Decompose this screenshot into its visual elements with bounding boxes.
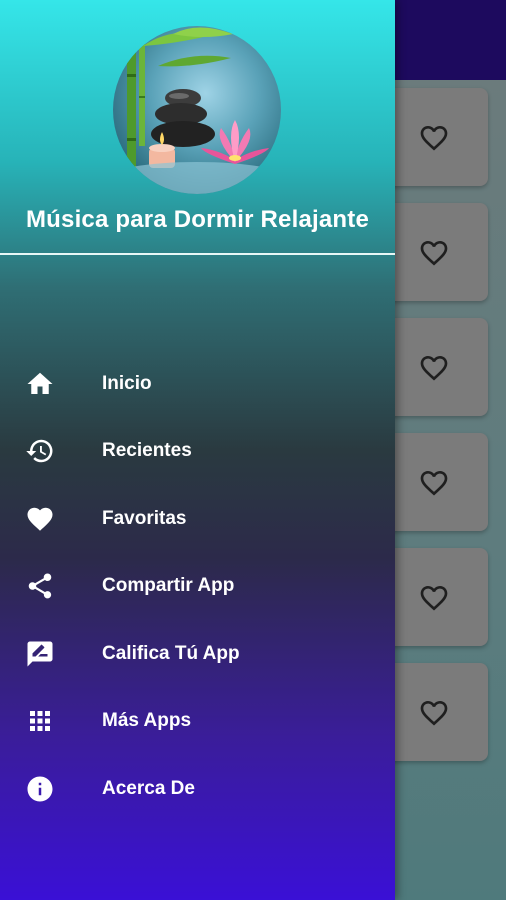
history-icon [24, 435, 56, 467]
menu-item-califica-app[interactable]: Califica Tú App [0, 620, 395, 688]
heart-outline-icon[interactable] [418, 122, 450, 154]
home-icon [24, 368, 56, 400]
menu-item-label: Inicio [102, 372, 152, 394]
menu-item-label: Favoritas [102, 507, 187, 529]
menu-item-label: Califica Tú App [102, 642, 240, 664]
heart-outline-icon[interactable] [418, 467, 450, 499]
navigation-drawer: Música para Dormir Relajante Inicio Reci… [0, 0, 395, 900]
rate-review-icon [24, 638, 56, 670]
header-divider [0, 253, 395, 255]
menu-item-label: Más Apps [102, 710, 192, 732]
heart-icon [24, 503, 56, 535]
menu-item-label: Recientes [102, 440, 192, 462]
app-logo [113, 26, 281, 194]
menu-item-mas-apps[interactable]: Más Apps [0, 688, 395, 756]
heart-outline-icon[interactable] [418, 697, 450, 729]
menu-item-label: Compartir App [102, 575, 235, 597]
apps-grid-icon [24, 705, 56, 737]
menu-item-acerca-de[interactable]: Acerca De [0, 755, 395, 823]
share-icon [24, 570, 56, 602]
heart-outline-icon[interactable] [418, 352, 450, 384]
menu-item-label: Acerca De [102, 777, 195, 799]
heart-outline-icon[interactable] [418, 237, 450, 269]
app-title: Música para Dormir Relajante [25, 206, 370, 233]
menu-item-favoritas[interactable]: Favoritas [0, 485, 395, 553]
menu-item-inicio[interactable]: Inicio [0, 350, 395, 418]
info-icon [24, 773, 56, 805]
drawer-header: Música para Dormir Relajante [0, 0, 395, 255]
heart-outline-icon[interactable] [418, 582, 450, 614]
menu-item-recientes[interactable]: Recientes [0, 418, 395, 486]
drawer-menu: Inicio Recientes Favoritas Compartir App… [0, 350, 395, 823]
menu-item-compartir-app[interactable]: Compartir App [0, 553, 395, 621]
